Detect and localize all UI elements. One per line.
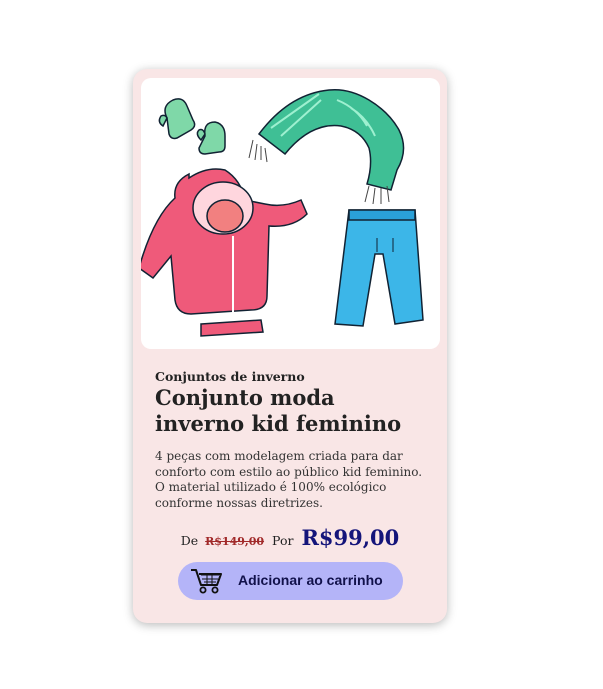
product-image	[141, 78, 440, 349]
new-price: R$99,00	[301, 525, 400, 550]
add-to-cart-label: Adicionar ao carrinho	[238, 572, 383, 588]
product-card: Conjuntos de inverno Conjunto moda inver…	[133, 69, 447, 623]
shopping-cart-icon	[191, 569, 222, 594]
product-title: Conjunto moda inverno kid feminino	[155, 385, 402, 436]
old-price: R$149,00	[205, 535, 265, 548]
product-category: Conjuntos de inverno	[155, 369, 305, 384]
price-from-label: De	[180, 533, 199, 548]
winter-clothes-illustration-icon	[141, 88, 424, 337]
product-description: 4 peças com modelagem criada para dar co…	[155, 449, 423, 510]
price-row: De R$149,00 Por R$99,00	[133, 525, 447, 550]
add-to-cart-button[interactable]: Adicionar ao carrinho	[178, 562, 403, 600]
price-to-label: Por	[272, 533, 294, 548]
